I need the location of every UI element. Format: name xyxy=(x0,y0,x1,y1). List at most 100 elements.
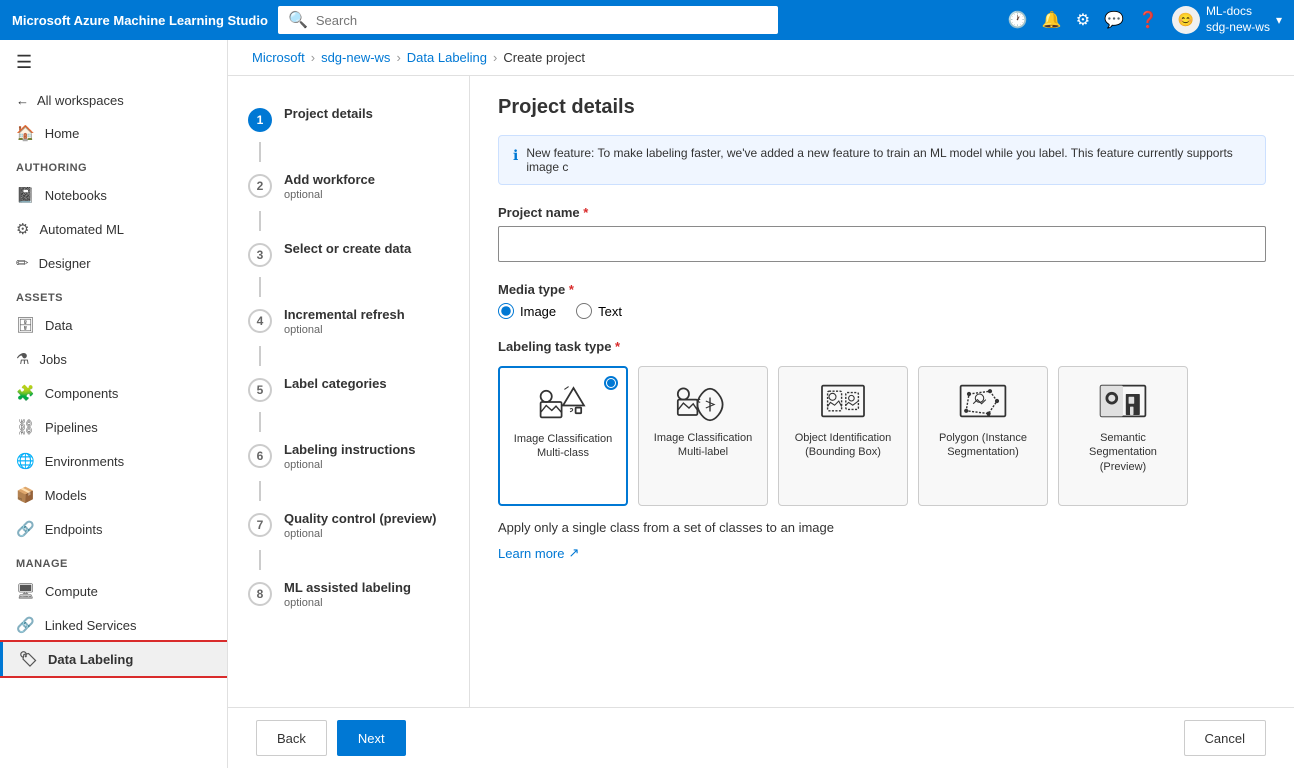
step-7-circle: 7 xyxy=(248,513,272,537)
breadcrumb-data-labeling[interactable]: Data Labeling xyxy=(407,50,487,65)
sidebar-item-designer[interactable]: ✏ Designer xyxy=(0,246,227,280)
step-2-subtitle: optional xyxy=(284,189,375,201)
task-card-image-classification-multiclass[interactable]: Image Classification Multi-class xyxy=(498,366,628,506)
search-bar[interactable]: 🔍 This workspace ▾ xyxy=(278,6,778,34)
workspace-selector[interactable]: This workspace ▾ xyxy=(653,9,768,31)
sidebar-item-jobs[interactable]: ⚗ Jobs xyxy=(0,342,227,376)
sidebar-toggle[interactable]: ☰ xyxy=(0,40,227,85)
media-type-text-option[interactable]: Text xyxy=(576,303,622,319)
step-5-text: Label categories xyxy=(284,376,387,391)
bell-icon[interactable]: 🔔 xyxy=(1042,10,1062,30)
sidebar-item-linked-services[interactable]: 🔗 Linked Services xyxy=(0,608,227,642)
task-card-object-identification[interactable]: Object Identification (Bounding Box) xyxy=(778,366,908,506)
sidebar-item-data[interactable]: 🗄 Data xyxy=(0,308,227,342)
step-8-subtitle: optional xyxy=(284,597,411,609)
search-icon: 🔍 xyxy=(288,10,308,30)
project-name-label: Project name * xyxy=(498,205,1266,220)
sidebar-back-button[interactable]: ← All workspaces xyxy=(0,85,227,116)
media-type-image-radio[interactable] xyxy=(498,303,514,319)
clock-icon[interactable]: 🕐 xyxy=(1008,10,1028,30)
task-card-label-polygon: Polygon (Instance Segmentation) xyxy=(929,431,1037,460)
step-2-circle: 2 xyxy=(248,174,272,198)
breadcrumb-create-project: Create project xyxy=(503,50,585,65)
linked-services-icon: 🔗 xyxy=(16,616,35,634)
learn-more-link[interactable]: Learn more ↗ xyxy=(498,545,1266,561)
sidebar-item-models[interactable]: 📦 Models xyxy=(0,478,227,512)
back-button[interactable]: Back xyxy=(256,720,327,756)
step-6-subtitle: optional xyxy=(284,459,415,471)
media-type-text-radio[interactable] xyxy=(576,303,592,319)
step-3[interactable]: 3 Select or create data xyxy=(228,231,469,277)
help-icon[interactable]: ❓ xyxy=(1138,10,1158,30)
sidebar-item-home[interactable]: 🏠 Home xyxy=(0,116,227,150)
task-card-radio-multiclass xyxy=(604,376,618,390)
sidebar-item-components[interactable]: 🧩 Components xyxy=(0,376,227,410)
project-name-required: * xyxy=(583,205,588,220)
breadcrumb-workspace[interactable]: sdg-new-ws xyxy=(321,50,390,65)
sidebar-compute-label: Compute xyxy=(45,584,98,599)
sidebar-item-notebooks[interactable]: 📓 Notebooks xyxy=(0,178,227,212)
step-8[interactable]: 8 ML assisted labeling optional xyxy=(228,570,469,619)
bottom-bar: Back Next Cancel xyxy=(228,707,1294,768)
search-input[interactable] xyxy=(316,13,645,28)
task-card-icon-multilabel xyxy=(675,379,731,423)
task-card-image-classification-multilabel[interactable]: Image Classification Multi-label xyxy=(638,366,768,506)
chat-icon[interactable]: 💬 xyxy=(1104,10,1124,30)
next-button[interactable]: Next xyxy=(337,720,406,756)
chevron-down-icon: ▾ xyxy=(1276,13,1282,27)
jobs-icon: ⚗ xyxy=(16,350,29,368)
media-type-text-label: Text xyxy=(598,304,622,319)
gear-icon[interactable]: ⚙ xyxy=(1076,10,1090,30)
task-card-icon-multiclass xyxy=(535,380,591,424)
sidebar-item-endpoints[interactable]: 🔗 Endpoints xyxy=(0,512,227,546)
task-card-semantic-segmentation[interactable]: Semantic Segmentation (Preview) xyxy=(1058,366,1188,506)
authoring-section-label: Authoring xyxy=(0,150,227,178)
user-menu[interactable]: 😊 ML-docs sdg-new-ws ▾ xyxy=(1172,4,1282,35)
sidebar-jobs-label: Jobs xyxy=(39,352,66,367)
step-6[interactable]: 6 Labeling instructions optional xyxy=(228,432,469,481)
data-icon: 🗄 xyxy=(16,316,35,334)
step-1[interactable]: 1 Project details xyxy=(228,96,469,142)
step-5[interactable]: 5 Label categories xyxy=(228,366,469,412)
step-3-circle: 3 xyxy=(248,243,272,267)
step-7-title: Quality control (preview) xyxy=(284,511,436,526)
sidebar-item-automated-ml[interactable]: ⚙ Automated ML xyxy=(0,212,227,246)
sidebar-item-data-labeling[interactable]: 🏷 Data Labeling xyxy=(0,642,227,676)
step-connector-3 xyxy=(259,277,261,297)
step-connector-6 xyxy=(259,481,261,501)
step-2[interactable]: 2 Add workforce optional xyxy=(228,162,469,211)
sidebar: ☰ ← All workspaces 🏠 Home Authoring 📓 No… xyxy=(0,40,228,768)
sidebar-item-pipelines[interactable]: ⛓ Pipelines xyxy=(0,410,227,444)
step-connector-7 xyxy=(259,550,261,570)
task-card-icon-bounding-box xyxy=(815,379,871,423)
top-navigation-bar: Microsoft Azure Machine Learning Studio … xyxy=(0,0,1294,40)
cancel-button[interactable]: Cancel xyxy=(1184,720,1266,756)
step-4-subtitle: optional xyxy=(284,324,405,336)
step-4-circle: 4 xyxy=(248,309,272,333)
step-1-circle: 1 xyxy=(248,108,272,132)
external-link-icon: ↗ xyxy=(568,545,579,561)
step-7[interactable]: 7 Quality control (preview) optional xyxy=(228,501,469,550)
breadcrumb-microsoft[interactable]: Microsoft xyxy=(252,50,305,65)
back-arrow-icon: ← xyxy=(16,93,29,108)
info-text: New feature: To make labeling faster, we… xyxy=(526,146,1251,174)
sidebar-notebooks-label: Notebooks xyxy=(45,188,107,203)
sidebar-item-environments[interactable]: 🌐 Environments xyxy=(0,444,227,478)
environments-icon: 🌐 xyxy=(16,452,35,470)
data-labeling-icon: 🏷 xyxy=(19,650,38,668)
task-cards-container: Image Classification Multi-class xyxy=(498,366,1266,506)
project-name-input[interactable] xyxy=(498,226,1266,262)
sidebar-item-compute[interactable]: 🖥 Compute xyxy=(0,574,227,608)
sidebar-data-label: Data xyxy=(45,318,72,333)
assets-section-label: Assets xyxy=(0,280,227,308)
panel-layout: 1 Project details 2 Add workforce option… xyxy=(228,76,1294,707)
step-4[interactable]: 4 Incremental refresh optional xyxy=(228,297,469,346)
media-type-image-option[interactable]: Image xyxy=(498,303,556,319)
sidebar-components-label: Components xyxy=(45,386,119,401)
user-workspace: sdg-new-ws xyxy=(1206,20,1270,36)
step-4-text: Incremental refresh optional xyxy=(284,307,405,336)
info-banner: ℹ New feature: To make labeling faster, … xyxy=(498,135,1266,185)
sidebar-back-label: All workspaces xyxy=(37,93,124,108)
step-2-text: Add workforce optional xyxy=(284,172,375,201)
task-card-polygon-segmentation[interactable]: Polygon (Instance Segmentation) xyxy=(918,366,1048,506)
